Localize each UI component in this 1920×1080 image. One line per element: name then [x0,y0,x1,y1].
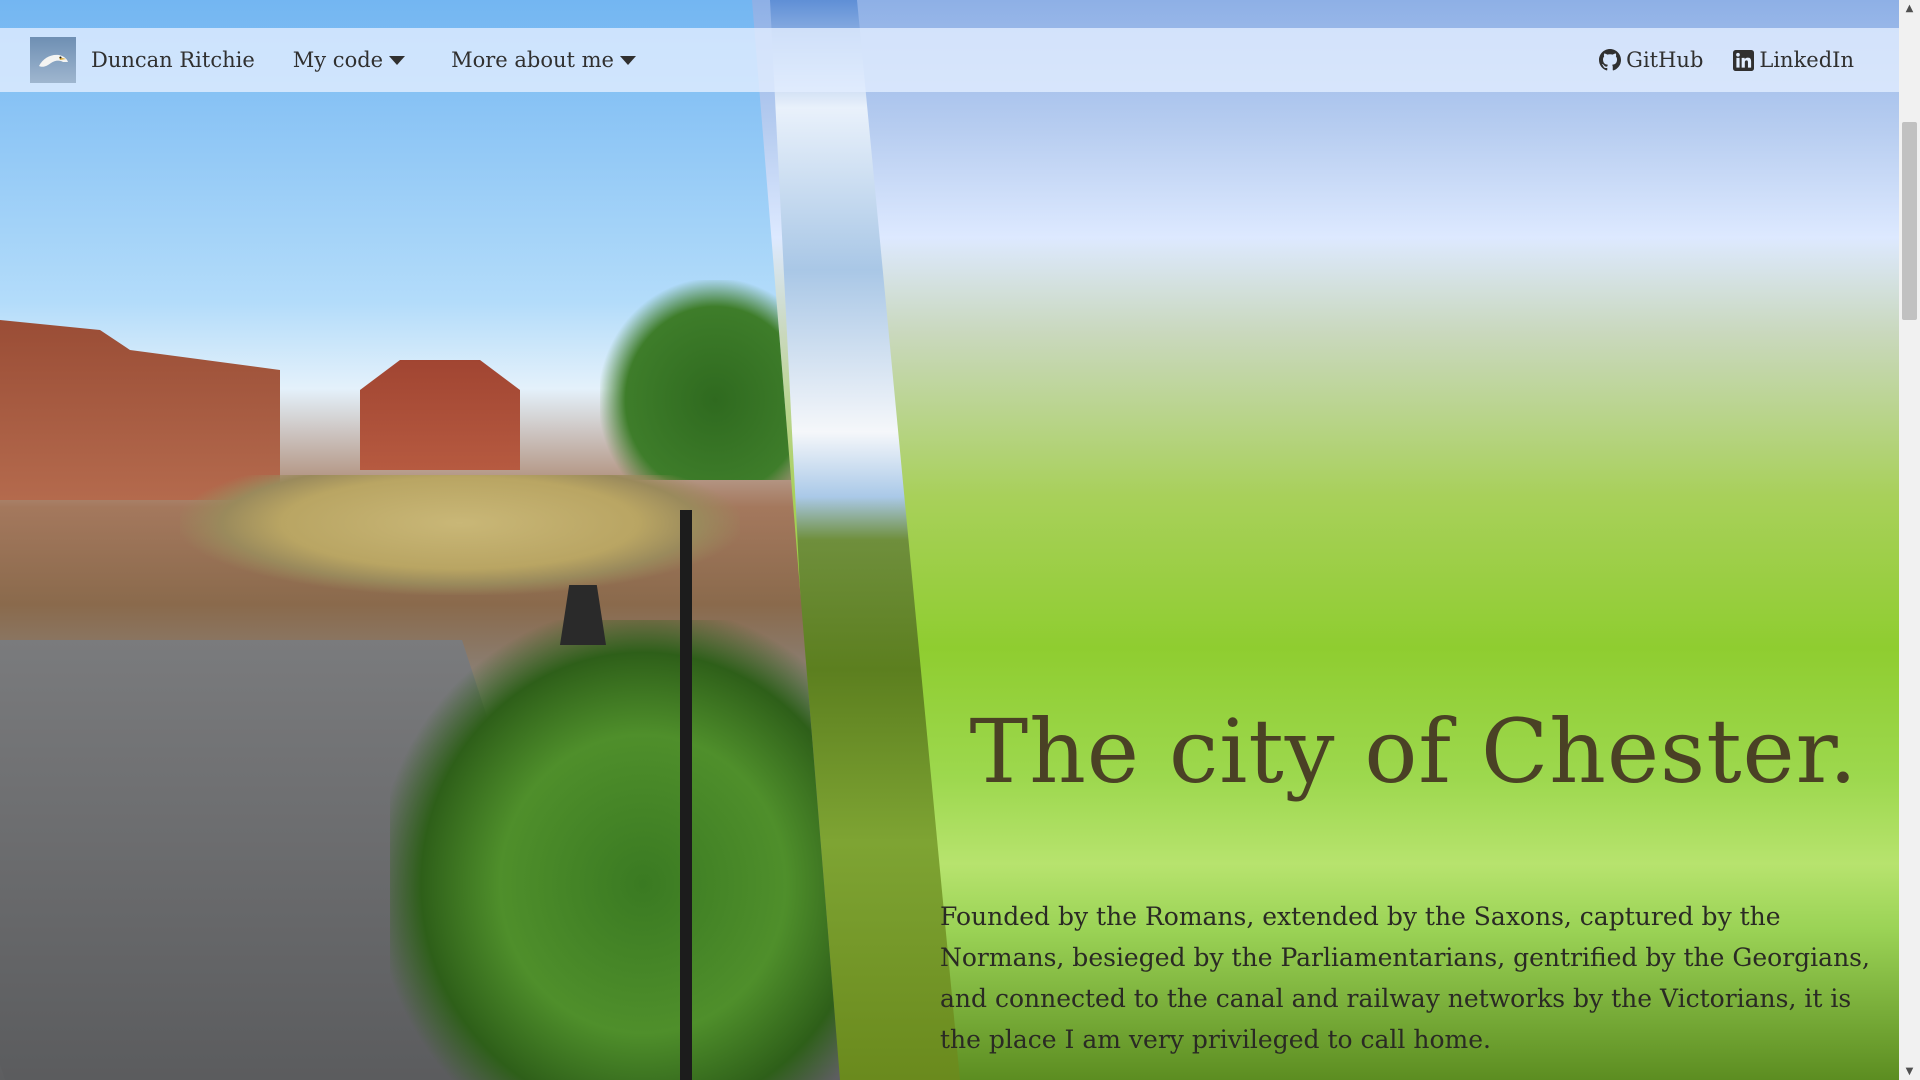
hero-description: Founded by the Romans, extended by the S… [940,902,1870,1054]
github-link-label: GitHub [1626,48,1704,72]
more-about-me-menu[interactable]: More about me [451,48,636,72]
more-about-me-menu-label: More about me [451,48,614,72]
linkedin-icon [1733,49,1755,71]
my-code-menu[interactable]: My code [292,48,406,72]
github-link[interactable]: GitHub [1599,48,1703,72]
seagull-icon[interactable] [30,37,76,83]
page-scrollbar[interactable]: ▲ ▼ [1899,0,1920,1080]
photo-amphitheatre [180,475,740,595]
hero-title: The city of Chester. [969,700,1858,803]
photo-trees-foreground [390,620,840,1080]
linkedin-link-label: LinkedIn [1759,48,1854,72]
photo-gabled-building [360,360,520,470]
photo-lamp-post [680,510,692,1080]
chevron-down-icon[interactable]: ▼ [1899,1063,1920,1080]
chevron-down-icon [619,55,636,65]
navbar: Duncan Ritchie My code More about me Git… [0,28,1899,92]
scrollbar-thumb[interactable] [1902,122,1917,320]
chevron-down-icon [389,55,406,65]
my-code-menu-label: My code [292,48,384,72]
chevron-up-icon[interactable]: ▲ [1899,0,1920,17]
github-icon [1599,49,1622,71]
linkedin-link[interactable]: LinkedIn [1733,48,1854,72]
brand-name-link[interactable]: Duncan Ritchie [91,48,255,72]
photo-brick-building [0,320,280,500]
